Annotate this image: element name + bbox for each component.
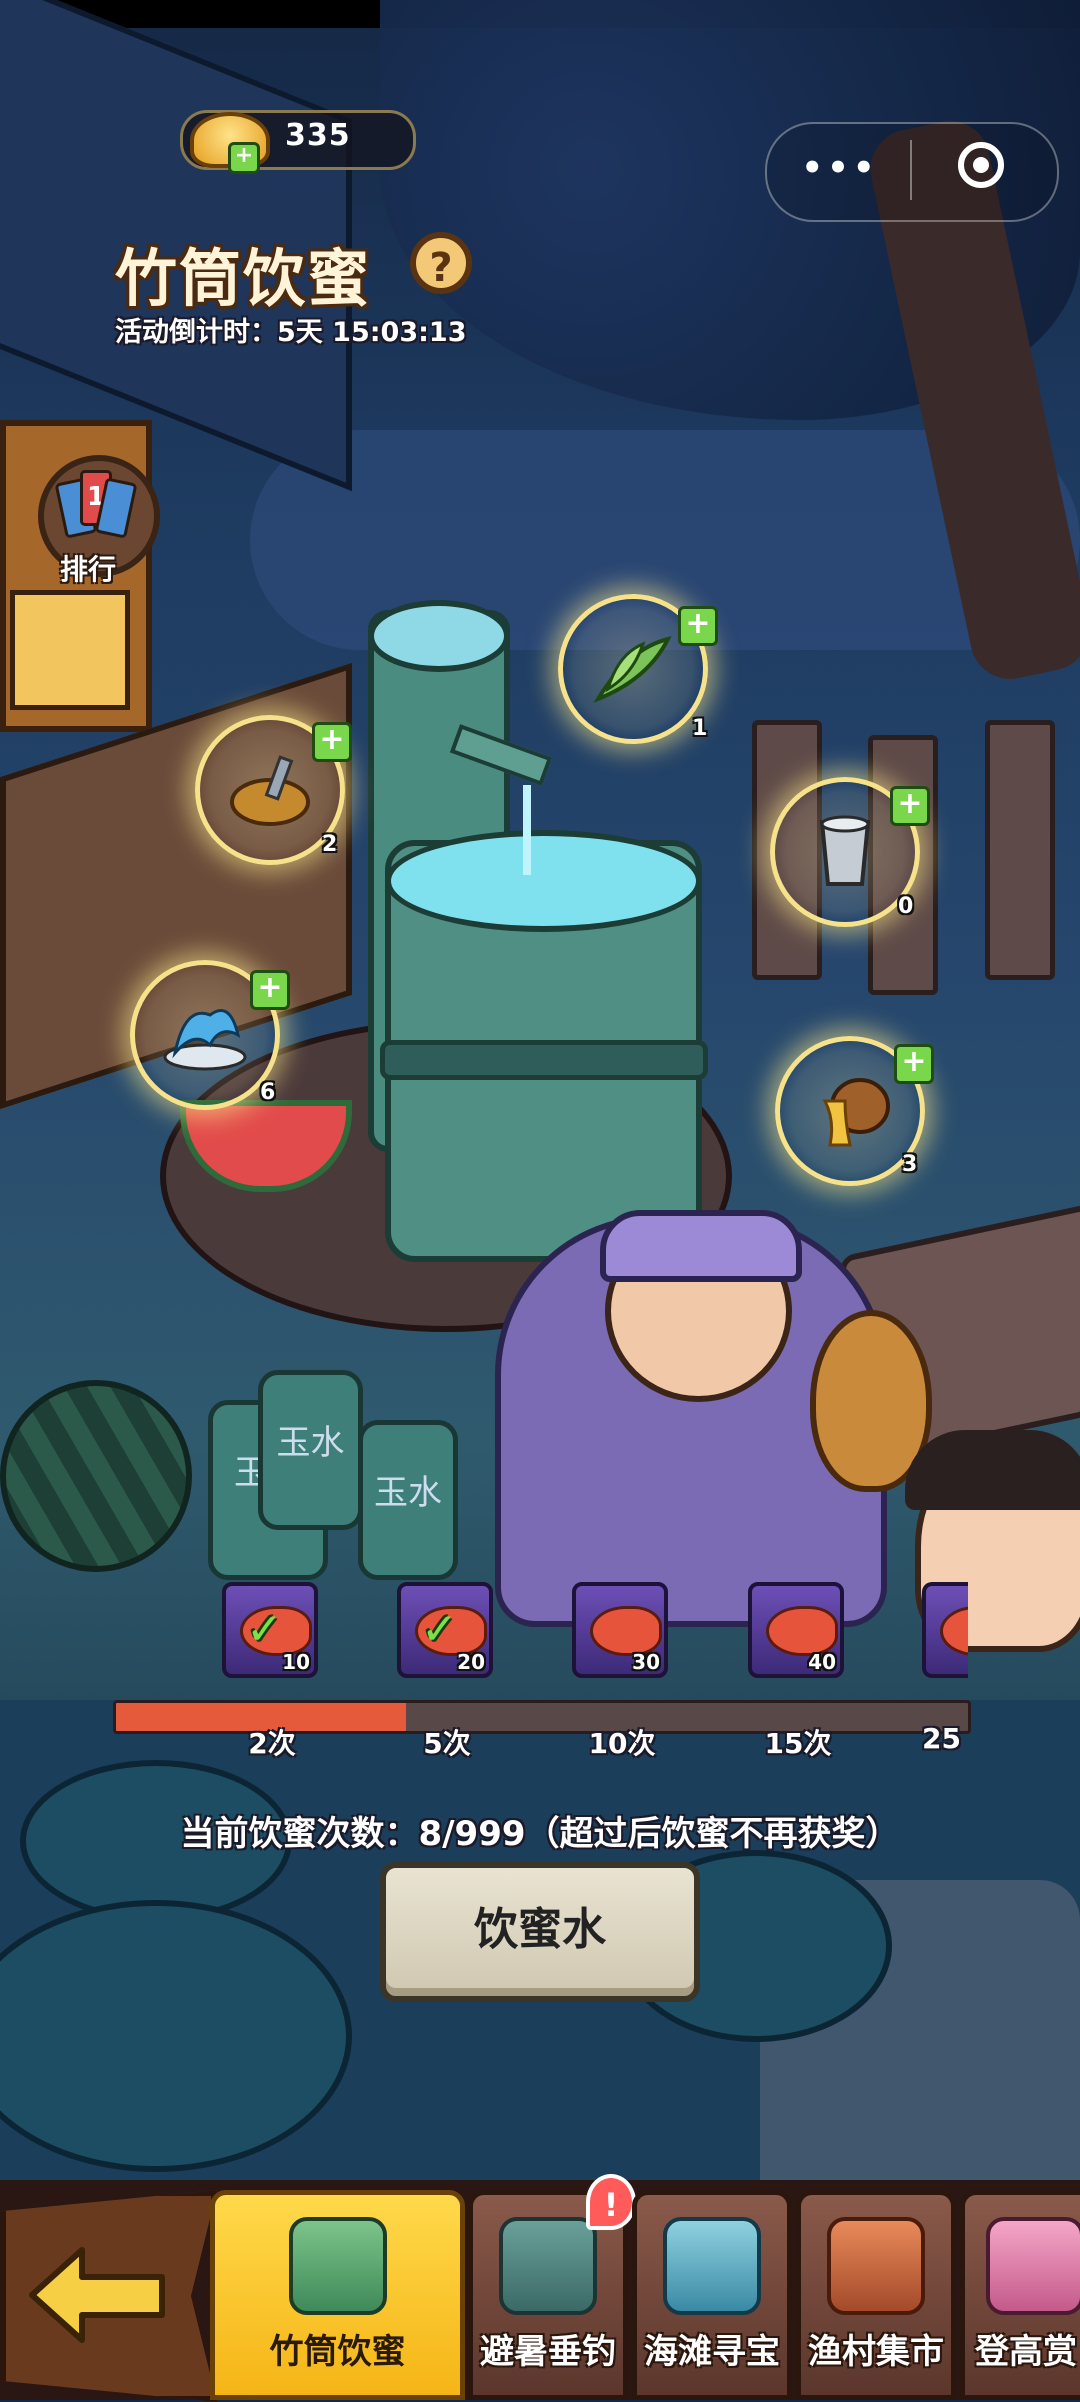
lotus-icon: [986, 2217, 1080, 2315]
more-options-icon[interactable]: •••: [800, 150, 880, 190]
claimed-check-icon: ✓: [246, 1604, 283, 1655]
event-title: 竹筒饮蜜: [115, 242, 372, 315]
reward-quantity: 10: [282, 1650, 310, 1674]
tab-label: 海滩寻宝: [644, 2332, 780, 2372]
help-button[interactable]: ?: [410, 232, 472, 294]
milestone-label: 15次: [764, 1727, 832, 1760]
ranking-icon: 1: [54, 470, 138, 540]
bamboo-leaf-icon: [593, 636, 672, 704]
notification-badge: !: [586, 2174, 636, 2230]
tab-label: 登高赏: [975, 2332, 1077, 2372]
claimed-check-icon: ✓: [421, 1604, 458, 1655]
item-count: 0: [898, 894, 914, 919]
honey-jar-icon: [822, 1078, 890, 1147]
tab-bamboo-honey[interactable]: 竹筒饮蜜: [210, 2190, 465, 2400]
tall-bamboo-water: [368, 600, 510, 672]
milestone-reward[interactable]: 40: [748, 1582, 844, 1678]
fishing-icon: [499, 2217, 597, 2315]
house-window: [10, 590, 130, 710]
tab-climb-viewing[interactable]: 登高赏: [960, 2190, 1080, 2400]
add-currency-icon[interactable]: +: [228, 142, 260, 174]
back-arrow-icon: [29, 2247, 165, 2343]
tab-label: 渔村集市: [808, 2332, 944, 2372]
tab-beach-treasure[interactable]: 海滩寻宝: [632, 2190, 792, 2400]
reward-quantity: 30: [632, 1650, 660, 1674]
event-countdown: 活动倒计时：5天 15:03:13: [115, 317, 467, 348]
bamboo-band: [380, 1040, 708, 1080]
bamboo-cup-icon: [288, 2217, 387, 2315]
capsule-divider: [910, 140, 912, 200]
ranking-label: 排行: [60, 553, 117, 586]
fish-icon: [940, 1606, 968, 1656]
currency-value: 335: [285, 118, 351, 153]
milestone-label: 2次: [248, 1727, 296, 1760]
drink-honey-water-button[interactable]: 饮蜜水: [380, 1862, 700, 2002]
reward-quantity: 20: [457, 1650, 485, 1674]
add-item-icon[interactable]: +: [250, 970, 290, 1010]
item-count: 2: [322, 832, 338, 857]
jade-water-jar: 玉水: [358, 1420, 458, 1580]
milestone-label: 25: [922, 1722, 961, 1755]
close-miniprogram-icon[interactable]: [958, 142, 1004, 188]
honey-mash-icon: [230, 755, 310, 826]
reward-quantity: 40: [808, 1650, 836, 1674]
add-item-icon[interactable]: +: [312, 722, 352, 762]
drink-count-status: 当前饮蜜次数：8/999（超过后饮蜜不再获奖）: [180, 1814, 900, 1854]
milestone-reward[interactable]: 30: [572, 1582, 668, 1678]
water-splash-icon: [163, 1009, 247, 1071]
jar-label: 玉水: [374, 1473, 442, 1513]
item-count: 1: [692, 716, 708, 741]
old-man-cap: [600, 1210, 802, 1282]
pearl-shell-icon: [663, 2217, 761, 2315]
girl-hair: [905, 1430, 1080, 1510]
whole-watermelon: [0, 1380, 192, 1572]
fence-post: [985, 720, 1055, 980]
silver-cup-icon: [819, 815, 871, 886]
fish-icon: [590, 1606, 662, 1656]
tab-label: 避暑垂钓: [480, 2332, 616, 2372]
fish-icon: [766, 1606, 838, 1656]
add-item-icon[interactable]: +: [890, 786, 930, 826]
water-stream: [523, 785, 531, 875]
tab-label: 竹筒饮蜜: [269, 2332, 406, 2372]
milestone-reward[interactable]: [922, 1582, 968, 1678]
milestone-label: 5次: [423, 1727, 471, 1760]
jade-water-jar: 玉水: [258, 1370, 363, 1530]
milestone-reward[interactable]: ✓ 10: [222, 1582, 318, 1678]
big-bamboo-water: [385, 830, 702, 932]
market-stall-icon: [827, 2217, 925, 2315]
item-count: 3: [902, 1152, 918, 1177]
tab-fishing-village-market[interactable]: 渔村集市: [796, 2190, 956, 2400]
milestone-label: 10次: [588, 1727, 656, 1760]
add-item-icon[interactable]: +: [678, 606, 718, 646]
item-count: 6: [260, 1080, 276, 1105]
jar-label: 玉水: [276, 1423, 345, 1463]
add-item-icon[interactable]: +: [894, 1044, 934, 1084]
milestone-reward[interactable]: ✓ 20: [397, 1582, 493, 1678]
